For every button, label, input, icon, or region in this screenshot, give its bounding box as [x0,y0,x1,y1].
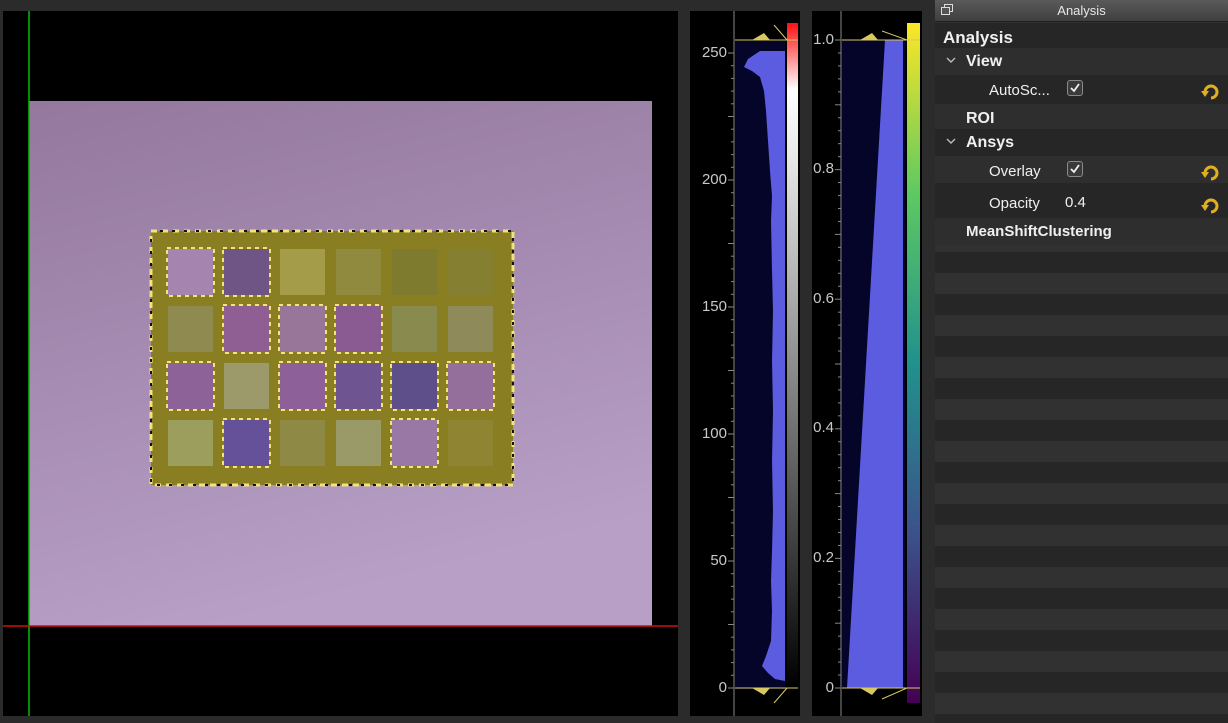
autoscale-checkbox[interactable] [1067,80,1083,96]
meanshift-label: MeanShiftClustering [966,223,1112,240]
image-canvas[interactable] [3,11,678,716]
opacity-label: Opacity [989,195,1040,212]
tree-item-autoscale[interactable]: AutoSc... [935,75,1228,102]
tick-label: 0.2 [813,549,834,566]
color-patch [448,249,493,295]
tree-item-overlay[interactable]: Overlay [935,156,1228,183]
color-patch [224,249,269,295]
color-patch [336,249,381,295]
tick-label: 100 [701,425,727,442]
tick-label: 0.8 [813,160,834,177]
reset-arrow-icon[interactable] [1201,197,1221,215]
gradient-colorbar[interactable] [787,23,798,688]
app-window: 250 200 150 100 50 0 1.0 0.8 0.6 0.4 0.2… [0,0,1228,723]
tree-group-label: Ansys [966,134,1015,151]
histogram-intensity[interactable]: 250 200 150 100 50 0 [690,11,800,716]
level-max-handle[interactable] [752,33,770,40]
checkmark-icon [1070,83,1080,93]
tree-group-view[interactable]: View [935,48,1228,75]
tick-label: 50 [710,552,727,569]
color-patch [224,420,269,466]
tick-label: 0 [825,679,834,696]
image-view[interactable] [3,11,678,716]
color-patch [448,420,493,466]
opacity-value-field[interactable]: 0.4 [1065,194,1086,211]
overlay-checkbox[interactable] [1067,161,1083,177]
tick-label: 0.6 [813,290,834,307]
color-patch [392,420,437,466]
reset-arrow-icon[interactable] [1201,164,1221,182]
color-patch [336,363,381,409]
color-patch [392,363,437,409]
color-patch [280,363,325,409]
tree-item-meanshift[interactable]: MeanShiftClustering [935,218,1228,245]
tree-group-ansys[interactable]: Ansys [935,129,1228,156]
color-patch [336,420,381,466]
overlay-label: Overlay [989,163,1041,180]
tree-root-analysis[interactable]: Analysis [935,23,1228,50]
tick-label: 1.0 [813,31,834,48]
checkmark-icon [1070,164,1080,174]
color-patch [280,249,325,295]
color-patch [280,306,325,352]
tree-root-label: Analysis [943,28,1013,47]
reset-arrow-icon[interactable] [1201,83,1221,101]
color-patch [168,363,213,409]
tree-group-label: View [966,53,1003,70]
color-patch [392,249,437,295]
dock-titlebar[interactable]: Analysis [935,0,1228,22]
color-patch [448,363,493,409]
chevron-down-icon[interactable] [945,54,957,66]
level-min-handle[interactable] [860,688,878,695]
chevron-down-icon[interactable] [945,135,957,147]
tick-label: 0 [718,679,727,696]
color-patch [392,306,437,352]
color-patch [280,420,325,466]
tick-label: 0.4 [813,419,834,436]
roi-label: ROI [966,110,995,127]
tree-item-opacity[interactable]: Opacity 0.4 [935,188,1228,215]
analysis-dock: Analysis Analysis View AutoSc... ROI Ans… [935,0,1228,723]
dock-title: Analysis [1057,3,1106,18]
tick-label: 250 [701,44,727,61]
color-patch [224,306,269,352]
viridis-colorbar[interactable] [907,23,920,703]
tick-label: 150 [701,298,727,315]
color-patch [336,306,381,352]
level-min-handle[interactable] [752,688,770,695]
histogram-overlay[interactable]: 1.0 0.8 0.6 0.4 0.2 0 [812,11,922,716]
color-patch [168,306,213,352]
color-patch [448,306,493,352]
tick-label: 200 [701,171,727,188]
level-max-handle[interactable] [860,33,878,40]
color-patch [224,363,269,409]
color-patch [168,249,213,295]
autoscale-label: AutoSc... [989,82,1050,99]
color-patch [168,420,213,466]
tree-item-roi[interactable]: ROI [935,104,1228,131]
